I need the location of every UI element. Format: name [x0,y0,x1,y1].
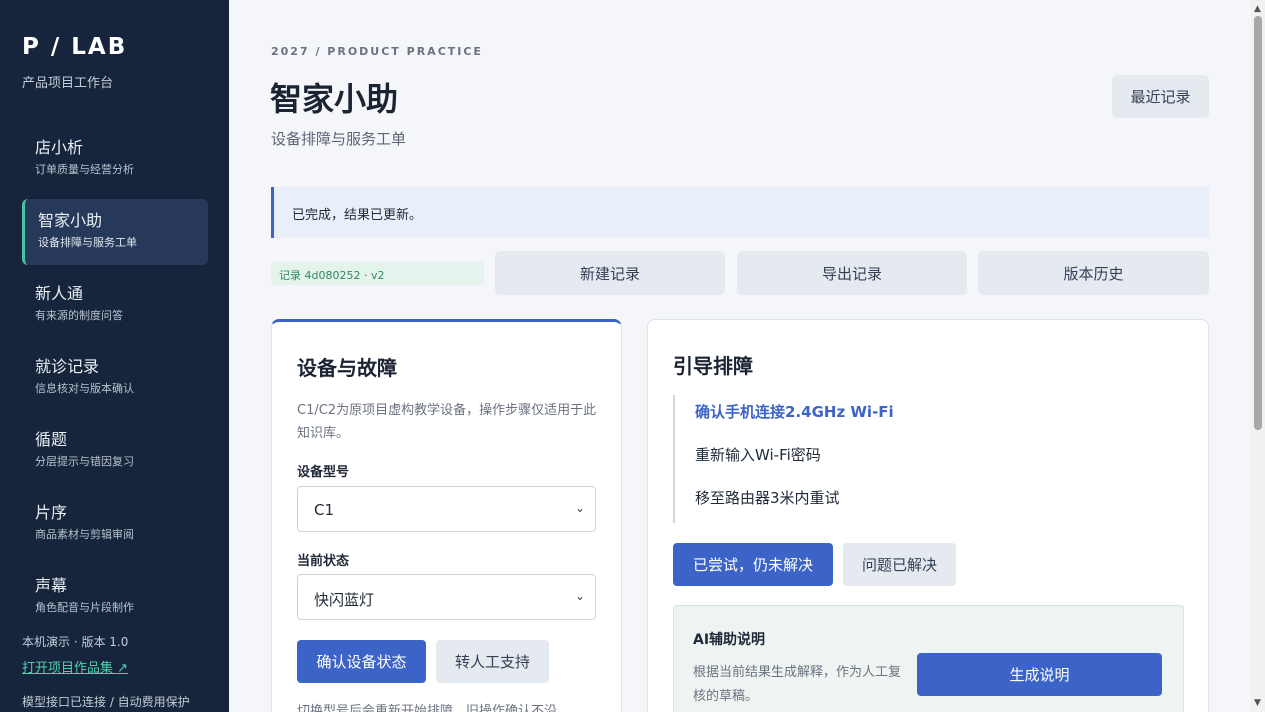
sidebar-item-xinrentong[interactable]: 新人通 有来源的制度问答 [22,272,208,338]
step-item: 重新输入Wi-Fi密码 [695,446,821,464]
sidebar-item-title: 循题 [35,430,68,449]
version-history-button[interactable]: 版本历史 [978,251,1209,295]
sidebar: P / LAB 产品项目工作台 店小析 订单质量与经营分析 智家小助 设备排障与… [0,0,229,712]
current-state-label: 当前状态 [297,554,350,569]
device-model-select[interactable]: C1 ⌄ [297,486,596,532]
sidebar-item-title: 店小析 [35,138,84,157]
sidebar-item-sub: 有来源的制度问答 [35,309,123,322]
ai-panel-title: AI辅助说明 [693,632,766,648]
scroll-up-icon[interactable]: ▲ [1254,4,1261,14]
select-value: 快闪蓝灯 [314,591,375,609]
sidebar-item-zhijiaxiaozhu[interactable]: 智家小助 设备排障与服务工单 [22,199,208,265]
sidebar-item-title: 声幕 [35,576,68,595]
card-title: 引导排障 [673,354,753,378]
sidebar-item-xunti[interactable]: 循题 分层提示与错因复习 [22,418,208,484]
step-item-current: 确认手机连接2.4GHz Wi-Fi [695,403,894,421]
sidebar-item-pianxu[interactable]: 片序 商品素材与剪辑审阅 [22,491,208,557]
tried-unsolved-button[interactable]: 已尝试，仍未解决 [673,543,833,586]
card-description: C1/C2为原项目虚构教学设备，操作步骤仅适用于此知识库。 [297,403,597,441]
status-notice: 已完成，结果已更新。 [271,187,1209,238]
export-record-button[interactable]: 导出记录 [737,251,967,295]
chevron-down-icon: ⌄ [574,501,585,515]
page-title: 智家小助 [270,80,399,118]
page-scrollbar[interactable]: ▲ ▼ [1251,0,1265,712]
current-state-select[interactable]: 快闪蓝灯 ⌄ [297,574,596,620]
device-model-label: 设备型号 [297,465,350,480]
sidebar-item-title: 片序 [35,503,68,522]
ai-assist-panel: AI辅助说明 根据当前结果生成解释，作为人工复核的草稿。 生成说明 [673,605,1184,712]
device-fault-card: 设备与故障 C1/C2为原项目虚构教学设备，操作步骤仅适用于此知识库。 设备型号… [271,319,622,712]
page-eyebrow: 2027 / PRODUCT PRACTICE [271,45,483,58]
connection-status: 模型接口已连接 / 自动费用保护 [22,695,190,709]
step-list: 确认手机连接2.4GHz Wi-Fi 重新输入Wi-Fi密码 移至路由器3米内重… [673,395,1073,523]
guided-troubleshoot-card: 引导排障 确认手机连接2.4GHz Wi-Fi 重新输入Wi-Fi密码 移至路由… [647,319,1209,712]
sidebar-item-dianxiaoxi[interactable]: 店小析 订单质量与经营分析 [22,126,208,192]
new-record-button[interactable]: 新建记录 [495,251,725,295]
sidebar-item-sub: 分层提示与错因复习 [35,455,134,468]
sidebar-item-sub: 订单质量与经营分析 [35,163,134,176]
brand-subtitle: 产品项目工作台 [22,76,114,91]
scroll-down-icon[interactable]: ▼ [1254,698,1261,708]
card-title: 设备与故障 [297,356,397,380]
project-nav: 店小析 订单质量与经营分析 智家小助 设备排障与服务工单 新人通 有来源的制度问… [22,126,208,637]
transfer-human-button[interactable]: 转人工支持 [436,640,549,683]
recent-records-button[interactable]: 最近记录 [1112,75,1209,118]
sidebar-item-sub: 商品素材与剪辑审阅 [35,528,134,541]
generate-explanation-button[interactable]: 生成说明 [917,653,1162,696]
card-note: 切换型号后会重新开始排障，旧操作确认不沿 [297,704,558,712]
sidebar-item-jiuzhenjilu[interactable]: 就诊记录 信息核对与版本确认 [22,345,208,411]
ai-panel-description: 根据当前结果生成解释，作为人工复核的草稿。 [693,665,902,704]
confirm-device-state-button[interactable]: 确认设备状态 [297,640,426,683]
problem-solved-button[interactable]: 问题已解决 [843,543,956,586]
sidebar-item-title: 就诊记录 [35,357,100,376]
select-value: C1 [314,501,335,519]
brand-logo: P / LAB [22,34,128,60]
chevron-down-icon: ⌄ [574,589,585,603]
page-subtitle: 设备排障与服务工单 [271,130,407,148]
sidebar-item-shengmu[interactable]: 声幕 角色配音与片段制作 [22,564,208,630]
record-badge: 记录 4d080252 · v2 [271,262,484,285]
sidebar-item-title: 新人通 [35,284,84,303]
version-info: 本机演示 · 版本 1.0 [22,635,129,649]
scrollbar-thumb[interactable] [1254,16,1262,430]
step-item: 移至路由器3米内重试 [695,489,840,507]
sidebar-item-sub: 角色配音与片段制作 [35,601,134,614]
portfolio-link[interactable]: 打开项目作品集 ↗ [22,657,128,676]
sidebar-item-sub: 信息核对与版本确认 [35,382,134,395]
sidebar-item-sub: 设备排障与服务工单 [38,236,137,249]
sidebar-item-title: 智家小助 [38,211,103,230]
